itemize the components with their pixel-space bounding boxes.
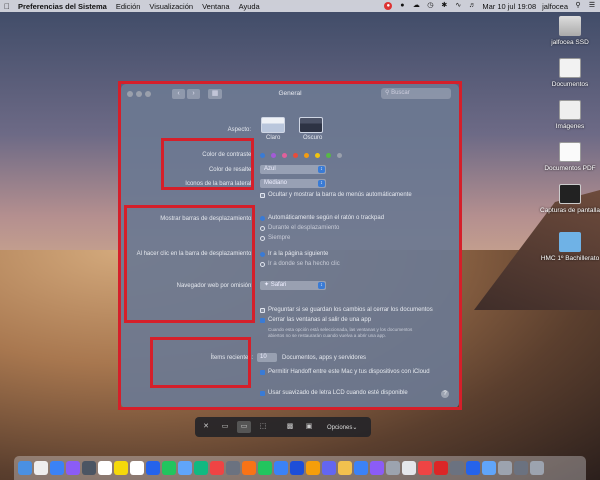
desktop-item-documentos[interactable]: Documentos	[540, 58, 600, 88]
dock-app-icon[interactable]	[162, 461, 176, 475]
status-red-icon[interactable]: ●	[384, 2, 393, 10]
bluetooth-icon[interactable]: ✱	[440, 2, 448, 10]
lock-icon[interactable]: ●	[398, 2, 406, 10]
desktop-item-label: jalfocea SSD	[551, 39, 589, 46]
folder-icon	[559, 232, 581, 252]
dock-app-icon[interactable]	[18, 461, 32, 475]
drive-icon	[559, 16, 581, 36]
dock-app-icon[interactable]	[242, 461, 256, 475]
chevron-down-icon: ⌄	[352, 424, 358, 431]
capture-screen-icon[interactable]: ▭	[218, 421, 232, 433]
datetime[interactable]: Mar 10 jul 19:08	[482, 2, 536, 11]
dock-app-icon[interactable]	[514, 461, 528, 475]
dock-app-icon[interactable]	[322, 461, 336, 475]
dock-app-icon[interactable]	[98, 461, 112, 475]
desktop-item-label: Imágenes	[555, 123, 585, 130]
dock-app-icon[interactable]	[194, 461, 208, 475]
clock-icon[interactable]: ◷	[426, 2, 434, 10]
dock-app-icon[interactable]	[306, 461, 320, 475]
desktop-item-label: Capturas de pantalla	[540, 207, 600, 214]
dock-app-icon[interactable]	[178, 461, 192, 475]
dock-app-icon[interactable]	[258, 461, 272, 475]
dock-app-icon[interactable]	[498, 461, 512, 475]
record-selection-icon[interactable]: ▣	[302, 421, 316, 433]
dock-app-icon[interactable]	[210, 461, 224, 475]
dock-app-icon[interactable]	[50, 461, 64, 475]
dock-app-icon[interactable]	[34, 461, 48, 475]
screenshot-toolbar: ✕ ▭ ▭ ⬚ ▩ ▣ Opciones⌄	[195, 417, 371, 437]
desktop-item-imagenes[interactable]: Imágenes	[540, 100, 600, 130]
options-label: Opciones	[327, 424, 353, 431]
close-icon[interactable]: ✕	[199, 421, 213, 433]
dock-app-icon[interactable]	[82, 461, 96, 475]
desktop-item-label: Documentos	[551, 81, 589, 88]
dock-app-icon[interactable]	[418, 461, 432, 475]
dock-app-icon[interactable]	[66, 461, 80, 475]
dock-app-icon[interactable]	[146, 461, 160, 475]
menu-visualizacion[interactable]: Visualización	[149, 2, 193, 11]
user-name[interactable]: jalfocea	[542, 2, 568, 11]
desktop-item-ssd[interactable]: jalfocea SSD	[540, 16, 600, 46]
dock	[14, 456, 586, 480]
capture-selection-icon[interactable]: ⬚	[256, 421, 270, 433]
pdf-icon	[559, 142, 581, 162]
dock-app-icon[interactable]	[370, 461, 384, 475]
apple-menu-icon[interactable]: 	[4, 2, 10, 11]
wifi-icon[interactable]: ∿	[454, 2, 462, 10]
highlight-box-scroll	[124, 205, 255, 323]
dock-app-icon[interactable]	[402, 461, 416, 475]
dock-app-icon[interactable]	[290, 461, 304, 475]
dock-app-icon[interactable]	[274, 461, 288, 475]
menu-bar:  Preferencias del Sistema Edición Visua…	[0, 0, 600, 12]
dock-app-icon[interactable]	[130, 461, 144, 475]
status-area: ● ● ☁ ◷ ✱ ∿ ♬ Mar 10 jul 19:08 jalfocea …	[384, 2, 596, 11]
image-icon	[559, 100, 581, 120]
document-icon	[559, 58, 581, 78]
dock-app-icon[interactable]	[354, 461, 368, 475]
dock-app-icon[interactable]	[338, 461, 352, 475]
dock-app-icon[interactable]	[434, 461, 448, 475]
cloud-icon[interactable]: ☁	[412, 2, 420, 10]
dock-app-icon[interactable]	[226, 461, 240, 475]
desktop-item-hmc[interactable]: HMC 1º Bachillerato	[540, 232, 600, 262]
desktop-item-capturas[interactable]: Capturas de pantalla	[540, 184, 600, 214]
screenshot-icon	[559, 184, 581, 204]
highlight-box-recent	[150, 337, 251, 388]
menu-ayuda[interactable]: Ayuda	[239, 2, 260, 11]
menu-edicion[interactable]: Edición	[116, 2, 141, 11]
dock-app-icon[interactable]	[450, 461, 464, 475]
desktop-item-label: HMC 1º Bachillerato	[540, 255, 600, 262]
dock-app-icon[interactable]	[530, 461, 544, 475]
dock-app-icon[interactable]	[482, 461, 496, 475]
options-button[interactable]: Opciones⌄	[327, 424, 357, 431]
highlight-box-colors	[161, 138, 254, 190]
dock-app-icon[interactable]	[386, 461, 400, 475]
menu-list-icon[interactable]: ☰	[588, 2, 596, 10]
spotlight-icon[interactable]: ⚲	[574, 2, 582, 10]
record-screen-icon[interactable]: ▩	[283, 421, 297, 433]
desktop-item-pdf[interactable]: Documentos PDF	[540, 142, 600, 172]
app-menu[interactable]: Preferencias del Sistema	[18, 2, 107, 11]
dock-app-icon[interactable]	[114, 461, 128, 475]
menu-ventana[interactable]: Ventana	[202, 2, 230, 11]
capture-window-icon[interactable]: ▭	[237, 421, 251, 433]
desktop-item-label: Documentos PDF	[544, 165, 596, 172]
volume-icon[interactable]: ♬	[468, 2, 476, 10]
dock-app-icon[interactable]	[466, 461, 480, 475]
